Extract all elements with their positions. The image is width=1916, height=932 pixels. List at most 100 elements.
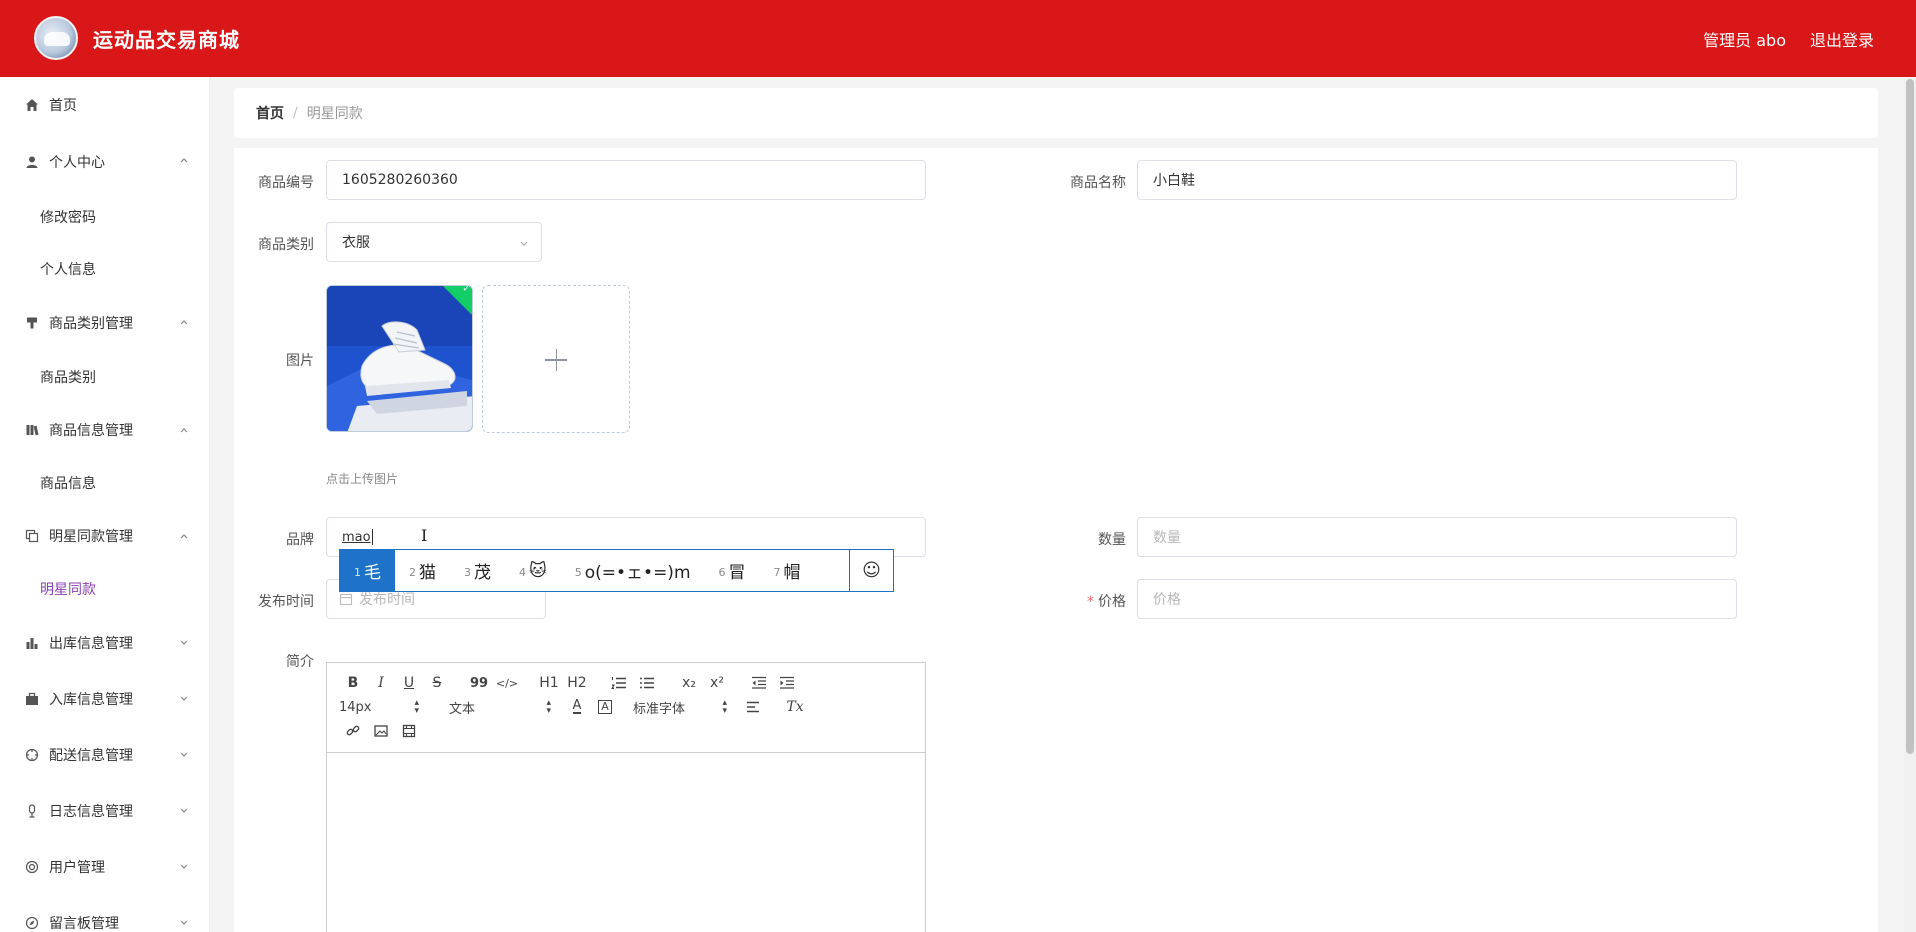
main-content: 首页 / 明星同款 商品编号 1605280260360 商品名称 小白鞋 商品… (234, 88, 1878, 932)
sidebar-item-label: 日志信息管理 (49, 804, 133, 820)
brand-input-value: mao (342, 529, 371, 545)
copy-icon (24, 528, 40, 544)
product-name-input[interactable]: 小白鞋 (1137, 160, 1737, 200)
sidebar-group-delivery-mgmt[interactable]: 配送信息管理 (0, 727, 209, 783)
price-label-text: 价格 (1098, 594, 1126, 610)
chevron-down-icon (180, 696, 188, 701)
calendar-icon (339, 593, 353, 606)
chevron-down-icon (180, 920, 188, 925)
sidebar-item-home[interactable]: 首页 (0, 77, 209, 133)
font-color-button[interactable]: A (563, 695, 591, 719)
sidebar-group-celebrity-mgmt[interactable]: 明星同款管理 (0, 509, 209, 563)
sidebar-group-personal-center[interactable]: 个人中心 (0, 133, 209, 191)
updown-icon: ▴ ▾ (546, 698, 551, 716)
chevron-up-icon (180, 158, 188, 163)
breadcrumb: 首页 / 明星同款 (234, 88, 1878, 138)
text-style-select[interactable]: 文本 ▴ ▾ (433, 695, 563, 719)
sidebar-item-category[interactable]: 商品类别 (0, 351, 209, 403)
background-color-button[interactable]: A (591, 695, 619, 719)
breadcrumb-separator: / (293, 105, 298, 121)
sidebar-item-label: 出库信息管理 (49, 636, 133, 652)
editor-toolbar: B I U S 99 </> H1 H2 x₂ x² 14px ▴ ▾ 文本 ▴… (327, 663, 925, 753)
indent-icon (780, 676, 794, 689)
outdent-button[interactable] (745, 671, 773, 695)
sidebar-group-message-mgmt[interactable]: 留言板管理 (0, 895, 209, 932)
sidebar-item-label: 留言板管理 (49, 916, 119, 932)
font-size-select[interactable]: 14px ▴ ▾ (339, 695, 433, 719)
microphone-icon (24, 803, 40, 819)
page-scrollbar[interactable] (1904, 77, 1916, 932)
ime-candidate-3[interactable]: 3茂 (450, 550, 505, 591)
sidebar-group-log-mgmt[interactable]: 日志信息管理 (0, 783, 209, 839)
price-input[interactable]: 价格 (1137, 579, 1737, 619)
sidebar-item-personal-info[interactable]: 个人信息 (0, 243, 209, 295)
plus-icon-vertical (555, 349, 557, 371)
chevron-up-icon (180, 534, 188, 539)
blockquote-button[interactable]: 99 (465, 671, 493, 695)
chevron-down-icon (180, 864, 188, 869)
sidebar-group-user-mgmt[interactable]: 用户管理 (0, 839, 209, 895)
ime-candidate-2[interactable]: 2猫 (395, 550, 450, 591)
sidebar-item-label: 商品类别管理 (49, 316, 133, 332)
editor-content-area[interactable] (327, 753, 925, 932)
category-select[interactable]: 衣服 (326, 222, 542, 262)
ime-candidate-6[interactable]: 6冒 (705, 550, 760, 591)
sidebar-group-inbound-mgmt[interactable]: 入库信息管理 (0, 671, 209, 727)
ime-candidate-1[interactable]: 1毛 (340, 550, 395, 591)
sidebar-group-product-mgmt[interactable]: 商品信息管理 (0, 403, 209, 457)
rich-text-editor: B I U S 99 </> H1 H2 x₂ x² 14px ▴ ▾ 文本 ▴… (326, 662, 926, 932)
font-color-icon: A (572, 698, 582, 714)
category-select-value: 衣服 (342, 235, 370, 251)
ime-candidate-5[interactable]: 5 o(=•ェ•=)m (561, 550, 705, 591)
insert-image-button[interactable] (367, 719, 395, 743)
indent-button[interactable] (773, 671, 801, 695)
admin-user-link[interactable]: 管理员 abo (1703, 27, 1786, 51)
brush-icon (24, 315, 40, 331)
link-button[interactable] (339, 719, 367, 743)
bar-chart-icon (24, 635, 40, 651)
h1-button[interactable]: H1 (535, 671, 563, 695)
ordered-list-button[interactable] (605, 671, 633, 695)
font-family-select[interactable]: 标准字体 ▴ ▾ (619, 695, 739, 719)
logout-button[interactable]: 退出登录 (1810, 27, 1874, 51)
ordered-list-icon (611, 677, 626, 689)
ime-emoji-button[interactable]: ☺ (849, 550, 893, 591)
product-no-input[interactable]: 1605280260360 (326, 160, 926, 200)
insert-video-button[interactable] (395, 719, 423, 743)
h2-button[interactable]: H2 (563, 671, 591, 695)
ime-candidate-4[interactable]: 4 🐱 (505, 550, 561, 591)
superscript-button[interactable]: x² (703, 671, 731, 695)
align-button[interactable] (739, 695, 767, 719)
sidebar-group-outbound-mgmt[interactable]: 出库信息管理 (0, 615, 209, 671)
add-image-button[interactable] (482, 285, 630, 433)
app-title: 运动品交易商城 (93, 28, 240, 52)
bullet-list-button[interactable] (633, 671, 661, 695)
sidebar-group-category-mgmt[interactable]: 商品类别管理 (0, 295, 209, 351)
books-icon (24, 422, 40, 438)
code-block-button[interactable]: </> (493, 671, 521, 695)
crosshair-icon (24, 747, 40, 763)
ime-candidate-7[interactable]: 7帽 (760, 550, 815, 591)
quantity-input[interactable]: 数量 (1137, 517, 1737, 557)
product-name-label: 商品名称 (1070, 175, 1126, 191)
sidebar-item-change-password[interactable]: 修改密码 (0, 191, 209, 243)
sidebar-item-product-info[interactable]: 商品信息 (0, 457, 209, 509)
chevron-up-icon (180, 320, 188, 325)
align-left-icon (747, 701, 759, 713)
underline-button[interactable]: U (395, 671, 423, 695)
subscript-button[interactable]: x₂ (675, 671, 703, 695)
strike-button[interactable]: S (423, 671, 451, 695)
publish-time-placeholder: 发布时间 (359, 592, 415, 608)
background-color-icon: A (598, 700, 612, 714)
chevron-down-icon (180, 640, 188, 645)
required-mark: * (1087, 594, 1094, 610)
bold-button[interactable]: B (339, 671, 367, 695)
brand-label: 品牌 (286, 532, 314, 548)
outdent-icon (752, 676, 766, 689)
scrollbar-thumb[interactable] (1906, 79, 1914, 754)
breadcrumb-home[interactable]: 首页 (256, 103, 284, 123)
uploaded-image-thumbnail[interactable] (326, 285, 473, 432)
sidebar-item-celebrity-item[interactable]: 明星同款 (0, 563, 209, 615)
italic-button[interactable]: I (367, 671, 395, 695)
clear-format-button[interactable]: Tx (781, 695, 809, 719)
